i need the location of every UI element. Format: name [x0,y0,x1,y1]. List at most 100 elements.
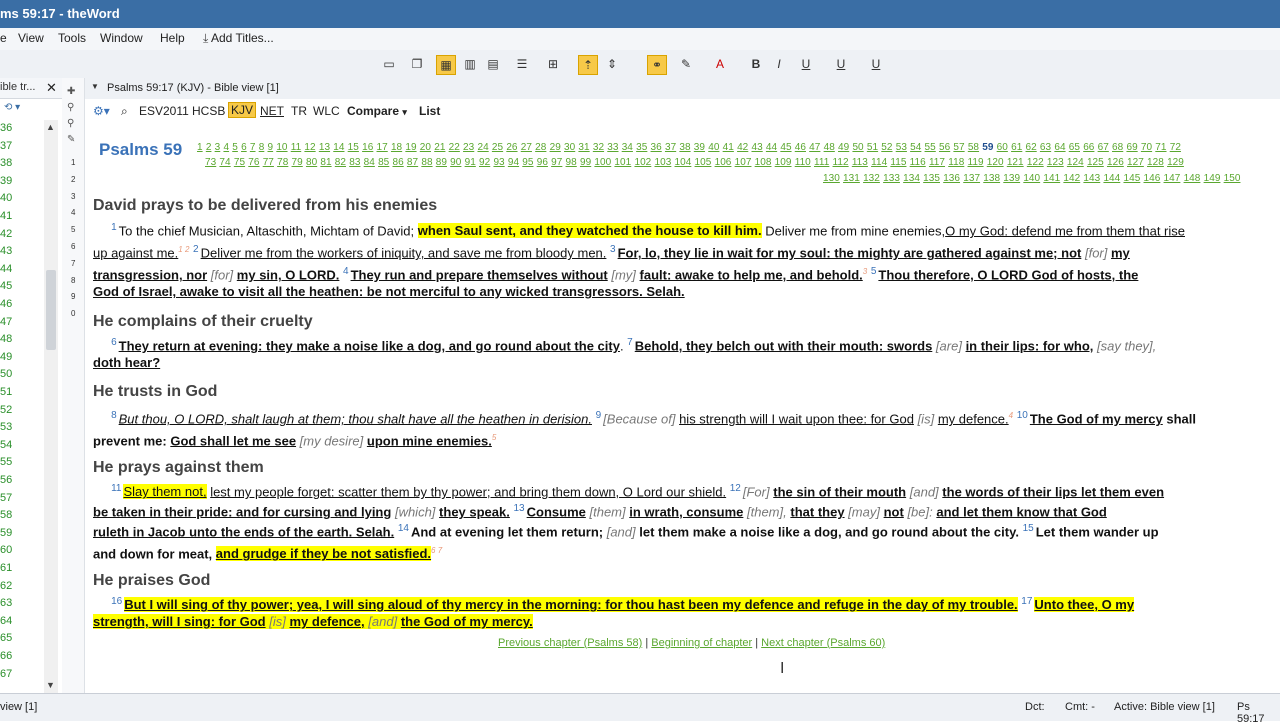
chapter-link[interactable]: 56 [939,142,950,153]
chapter-link[interactable]: 135 [923,173,940,184]
chapter-link[interactable]: 104 [675,157,692,168]
chapter-link[interactable]: 9 [268,142,274,153]
chapter-link[interactable]: 11 [291,142,301,153]
chapter-link[interactable]: 86 [392,157,403,168]
chapter-link[interactable]: 7 [250,142,256,153]
chapter-link[interactable]: 6 [241,142,247,153]
version-wlc[interactable]: WLC [313,104,340,118]
chapter-link[interactable]: 106 [715,157,732,168]
chapter-link[interactable]: 132 [863,173,880,184]
chapter-link[interactable]: 96 [537,157,548,168]
chapter-link[interactable]: 25 [492,142,503,153]
chapter-link[interactable]: 64 [1054,142,1065,153]
verse-number[interactable]: 8 [111,410,117,421]
side-list-item[interactable]: 55 [0,456,12,468]
chapter-link[interactable]: 40 [708,142,719,153]
italic-icon[interactable]: I [771,56,787,72]
next-chapter-link[interactable]: Next chapter (Psalms 60) [761,637,885,649]
side-list-item[interactable]: 59 [0,527,12,539]
chapter-link[interactable]: 3 [215,142,221,153]
chapter-link[interactable]: 13 [319,142,330,153]
chapter-link[interactable]: 5 [232,142,238,153]
side-list-item[interactable]: 63 [0,597,12,609]
footnote-marker[interactable]: 3 [863,267,867,276]
chapter-link[interactable]: 8 [259,142,265,153]
chapter-link[interactable]: 52 [881,142,892,153]
chapter-link[interactable]: 91 [465,157,476,168]
chapter-link[interactable]: 136 [943,173,960,184]
chapter-link[interactable]: 72 [1170,142,1181,153]
chapter-link[interactable]: 144 [1103,173,1120,184]
side-list-item[interactable]: 45 [0,280,12,292]
chapter-link[interactable]: 63 [1040,142,1051,153]
menu-edit-partial[interactable]: e [0,31,7,45]
chapter-link[interactable]: 53 [896,142,907,153]
chapter-link[interactable]: 60 [997,142,1008,153]
chapter-link[interactable]: 128 [1147,157,1164,168]
chapter-link[interactable]: 2 [206,142,212,153]
version-kjv[interactable]: KJV [228,102,257,118]
chapter-link[interactable]: 71 [1155,142,1166,153]
chapter-link[interactable]: 20 [420,142,431,153]
chapter-link[interactable]: 137 [963,173,980,184]
chapter-link[interactable]: 15 [348,142,359,153]
chapter-link[interactable]: 130 [823,173,840,184]
chapter-link[interactable]: 38 [679,142,690,153]
side-list-item[interactable]: 61 [0,562,12,574]
chapter-link[interactable]: 57 [953,142,964,153]
chapter-link[interactable]: 134 [903,173,920,184]
chapter-link[interactable]: 102 [634,157,651,168]
chapter-link[interactable]: 99 [580,157,591,168]
verse-number[interactable]: 12 [730,483,741,494]
chapter-link[interactable]: 49 [838,142,849,153]
side-list-item[interactable]: 58 [0,509,12,521]
save-icon[interactable]: ▤ [485,56,501,72]
pencil-icon[interactable]: ✎ [67,134,75,145]
chapter-link[interactable]: 62 [1026,142,1037,153]
verse-number[interactable]: 1 [111,222,117,233]
side-list-item[interactable]: 54 [0,439,12,451]
chapter-link[interactable]: 43 [751,142,762,153]
chapter-link[interactable]: 120 [987,157,1004,168]
chapter-link[interactable]: 22 [449,142,460,153]
chapter-link[interactable]: 107 [735,157,752,168]
version-tr[interactable]: TR [291,104,307,118]
verse-number[interactable]: 10 [1017,410,1028,421]
menu-help[interactable]: Help [160,31,185,45]
side-list-item[interactable]: 52 [0,404,12,416]
chapter-link[interactable]: 19 [405,142,416,153]
chapter-link[interactable]: 85 [378,157,389,168]
chapter-link[interactable]: 74 [219,157,230,168]
chapter-link[interactable]: 105 [695,157,712,168]
chapter-link[interactable]: 98 [566,157,577,168]
chapter-link[interactable]: 114 [871,157,887,168]
chapter-link[interactable]: 94 [508,157,519,168]
verse-number[interactable]: 16 [111,596,122,607]
chapter-link[interactable]: 116 [910,157,926,168]
side-list-item[interactable]: 53 [0,421,12,433]
chapter-link[interactable]: 129 [1167,157,1184,168]
chapter-link[interactable]: 133 [883,173,900,184]
align-top-icon[interactable]: ⇡ [578,55,598,75]
footnote-marker[interactable]: 5 [492,433,496,442]
previous-chapter-link[interactable]: Previous chapter (Psalms 58) [498,637,642,649]
chapter-link[interactable]: 21 [434,142,445,153]
chapter-link[interactable]: 109 [775,157,792,168]
chapter-link[interactable]: 42 [737,142,748,153]
chapter-link[interactable]: 117 [929,157,945,168]
chapter-link[interactable]: 148 [1184,173,1201,184]
chapter-link[interactable]: 39 [694,142,705,153]
underline-wavy-icon[interactable]: U [868,56,884,72]
chapter-link[interactable]: 44 [766,142,777,153]
chapter-link[interactable]: 143 [1083,173,1100,184]
refresh-icon[interactable]: ⟲ ▾ [4,102,20,113]
chapter-link[interactable]: 131 [843,173,860,184]
menu-window[interactable]: Window [100,31,143,45]
chapter-link[interactable]: 18 [391,142,402,153]
chapter-link[interactable]: 65 [1069,142,1080,153]
chapter-link[interactable]: 48 [824,142,835,153]
side-list-item[interactable]: 64 [0,615,12,627]
side-list-item[interactable]: 47 [0,316,12,328]
side-list-item[interactable]: 60 [0,544,12,556]
chapter-link[interactable]: 110 [795,157,811,168]
